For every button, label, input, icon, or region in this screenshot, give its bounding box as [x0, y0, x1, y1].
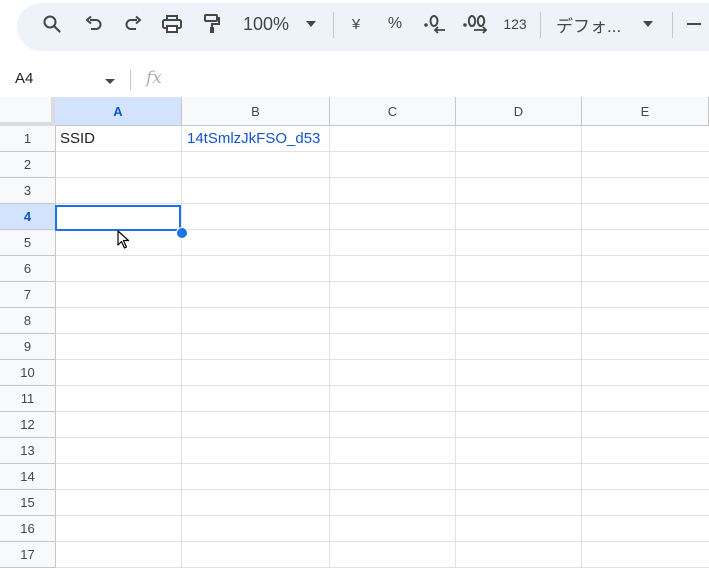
search-icon	[43, 15, 61, 33]
increase-decimal-icon	[463, 15, 488, 34]
column-header-d[interactable]: D	[456, 97, 582, 126]
select-all-corner[interactable]	[0, 97, 55, 126]
percent-format-button[interactable]: %	[383, 0, 407, 48]
paint-format-button[interactable]	[198, 0, 226, 48]
name-box-dropdown-icon[interactable]	[105, 79, 115, 84]
grid-line	[56, 437, 709, 438]
search-menus-button[interactable]	[38, 0, 66, 48]
row-header[interactable]: 14	[0, 464, 56, 490]
column-header-a[interactable]: A	[55, 97, 182, 126]
number-format-button[interactable]: 123	[500, 0, 530, 48]
undo-button[interactable]	[80, 0, 108, 48]
row-header[interactable]: 10	[0, 360, 56, 386]
toolbar-separator	[672, 12, 673, 38]
grid-line	[581, 126, 582, 568]
row-header[interactable]: 7	[0, 282, 56, 308]
row-header[interactable]: 15	[0, 490, 56, 516]
grid-line	[329, 126, 330, 568]
grid-line	[56, 385, 709, 386]
row-header[interactable]: 3	[0, 178, 56, 204]
redo-button[interactable]	[119, 0, 147, 48]
cell-b1-link[interactable]: 14tSmlzJkFSO_d53	[187, 126, 329, 152]
row-header[interactable]: 12	[0, 412, 56, 438]
row-header[interactable]: 11	[0, 386, 56, 412]
column-header-e[interactable]: E	[582, 97, 709, 126]
grid-line	[56, 411, 709, 412]
row-header[interactable]: 1	[0, 126, 56, 152]
toolbar-separator	[333, 12, 334, 38]
currency-format-button[interactable]: ¥	[344, 0, 368, 48]
row-header[interactable]: 5	[0, 230, 56, 256]
font-family-select[interactable]: デフォ...	[556, 0, 632, 48]
undo-icon	[85, 15, 102, 30]
column-header-b[interactable]: B	[182, 97, 330, 126]
name-box[interactable]: A4	[15, 70, 33, 87]
row-header[interactable]: 13	[0, 438, 56, 464]
row-header[interactable]: 8	[0, 308, 56, 334]
row-header-selected[interactable]: 4	[0, 204, 56, 230]
fill-handle[interactable]	[176, 227, 188, 239]
grid-line	[56, 307, 709, 308]
cell-a1[interactable]: SSID	[60, 126, 178, 152]
grid-line	[56, 359, 709, 360]
grid-line	[181, 126, 182, 568]
grid-line	[455, 126, 456, 568]
zoom-value[interactable]: 100%	[240, 0, 292, 48]
grid-line	[56, 255, 709, 256]
row-header[interactable]: 6	[0, 256, 56, 282]
formula-separator	[130, 70, 131, 90]
grid-line	[56, 489, 709, 490]
minus-icon	[687, 23, 701, 25]
grid-line	[56, 463, 709, 464]
row-header[interactable]: 16	[0, 516, 56, 542]
grid-line	[56, 281, 709, 282]
print-icon	[162, 15, 182, 33]
toolbar-separator	[540, 12, 541, 38]
increase-decimal-button[interactable]	[461, 0, 491, 48]
mouse-pointer-icon	[117, 230, 130, 249]
formula-bar: A4 fx	[0, 60, 709, 98]
decrease-font-size-button[interactable]	[683, 0, 705, 48]
redo-icon	[125, 15, 142, 30]
decrease-decimal-button[interactable]	[421, 0, 449, 48]
spreadsheet-grid[interactable]: A B C D E 1 2 3 4 5 6 7 8 9 10 11 12 13 …	[0, 97, 709, 568]
selected-cell-a4[interactable]	[55, 205, 181, 231]
paint-format-icon	[204, 14, 220, 33]
formula-input[interactable]	[180, 68, 700, 90]
caret-down-icon	[306, 21, 316, 27]
decrease-decimal-icon	[424, 15, 445, 34]
row-header[interactable]: 2	[0, 152, 56, 178]
row-header[interactable]: 17	[0, 542, 56, 568]
print-button[interactable]	[158, 0, 186, 48]
fx-icon: fx	[146, 68, 162, 88]
caret-down-icon	[643, 21, 653, 27]
grid-line	[56, 333, 709, 334]
font-dropdown-button[interactable]	[640, 0, 656, 48]
grid-line	[56, 515, 709, 516]
column-header-c[interactable]: C	[330, 97, 456, 126]
grid-line	[56, 541, 709, 542]
grid-line	[56, 203, 709, 204]
zoom-dropdown-button[interactable]	[302, 0, 320, 48]
row-header[interactable]: 9	[0, 334, 56, 360]
grid-line	[56, 177, 709, 178]
